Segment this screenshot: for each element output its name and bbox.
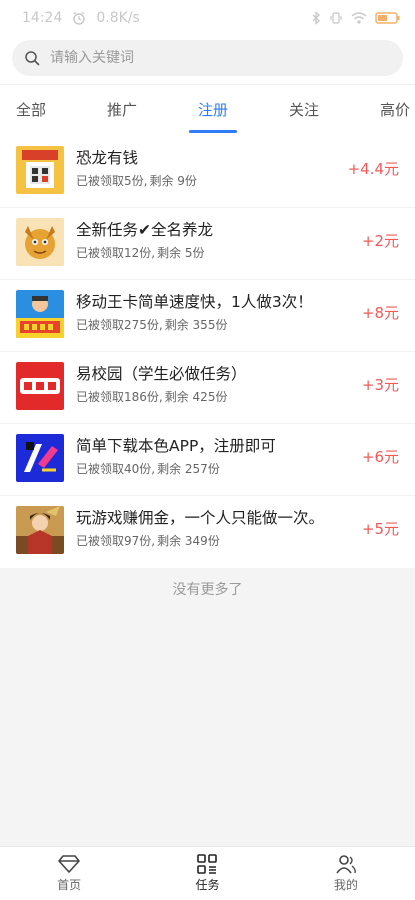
search-bar-container [0, 36, 415, 84]
task-stats: 已被领取12份, 剩余 5份 [76, 244, 205, 261]
task-reward: +8元 [361, 304, 399, 322]
task-claimed: 已被领取40份, [76, 462, 156, 476]
task-remaining: 剩余 5份 [157, 246, 205, 260]
task-title: 全新任务✔全名养龙 [76, 221, 213, 239]
task-list: 恐龙有钱 已被领取5份, 剩余 9份 +4.4元 全新任务✔全名养龙 已被领取12… [0, 136, 415, 568]
status-time: 14:24 [22, 10, 63, 26]
task-reward: +5元 [361, 520, 399, 538]
vibrate-icon [329, 11, 343, 25]
nav-tasks-label: 任务 [195, 878, 220, 892]
task-title: 玩游戏赚佣金，一个人只能做一次。 [76, 509, 325, 527]
task-remaining: 剩余 349份 [157, 534, 220, 548]
diamond-icon [58, 854, 80, 874]
bluetooth-icon [311, 11, 321, 25]
search-icon [24, 50, 40, 66]
task-claimed: 已被领取97份, [76, 534, 156, 548]
tab-high-price[interactable]: 高价 [380, 85, 410, 135]
category-tabs: 全部 推广 注册 关注 高价 [0, 84, 415, 136]
nav-tasks[interactable]: 任务 [138, 847, 276, 900]
task-item[interactable]: 全新任务✔全名养龙 已被领取12份, 剩余 5份 +2元 [0, 208, 415, 280]
task-title: 简单下载本色APP，注册即可 [76, 437, 276, 455]
bense-app-icon [16, 434, 64, 482]
task-stats: 已被领取40份, 剩余 257份 [76, 460, 220, 477]
task-remaining: 剩余 257份 [157, 462, 220, 476]
task-reward: +2元 [361, 232, 399, 250]
task-reward: +6元 [361, 448, 399, 466]
task-reward: +4.4元 [347, 160, 399, 178]
status-bar: 14:24 0.8K/s [0, 0, 415, 36]
status-network-speed: 0.8K/s [96, 10, 140, 26]
nav-mine-label: 我的 [333, 878, 358, 892]
task-claimed: 已被领取5份, [76, 174, 148, 188]
nav-home[interactable]: 首页 [0, 847, 138, 900]
user-icon [335, 854, 357, 874]
search-box[interactable] [12, 40, 403, 76]
active-tab-indicator [189, 130, 237, 133]
task-claimed: 已被领取186份, [76, 390, 163, 404]
alarm-icon [72, 11, 86, 25]
grid-icon [196, 854, 218, 874]
wifi-icon [351, 11, 367, 25]
task-remaining: 剩余 9份 [149, 174, 197, 188]
task-title: 易校园（学生必做任务） [76, 365, 247, 383]
nav-mine[interactable]: 我的 [277, 847, 415, 900]
task-item[interactable]: 移动王卡简单速度快，1人做3次！ 已被领取275份, 剩余 355份 +8元 [0, 280, 415, 352]
task-item[interactable]: 易校园（学生必做任务） 已被领取186份, 剩余 425份 +3元 [0, 352, 415, 424]
task-title: 恐龙有钱 [76, 149, 139, 167]
yi-xiao-yuan-icon [16, 362, 64, 410]
task-title: 移动王卡简单速度快，1人做3次！ [76, 293, 313, 311]
task-reward: +3元 [361, 376, 399, 394]
task-item[interactable]: 简单下载本色APP，注册即可 已被领取40份, 剩余 257份 +6元 [0, 424, 415, 496]
task-stats: 已被领取275份, 剩余 355份 [76, 316, 227, 333]
dragon-icon [16, 218, 64, 266]
tab-follow[interactable]: 关注 [289, 85, 319, 135]
status-bar-left: 14:24 0.8K/s [22, 10, 140, 26]
task-stats: 已被领取186份, 剩余 425份 [76, 388, 227, 405]
tab-register[interactable]: 注册 [198, 85, 228, 135]
nav-home-label: 首页 [57, 878, 82, 892]
task-item[interactable]: 恐龙有钱 已被领取5份, 剩余 9份 +4.4元 [0, 136, 415, 208]
no-more-text: 没有更多了 [172, 582, 243, 598]
task-stats: 已被领取97份, 剩余 349份 [76, 532, 220, 549]
tab-all[interactable]: 全部 [16, 85, 46, 135]
tab-promotion[interactable]: 推广 [107, 85, 137, 135]
dinosaur-money-icon [16, 146, 64, 194]
task-claimed: 已被领取275份, [76, 318, 163, 332]
task-remaining: 剩余 425份 [164, 390, 228, 404]
bottom-nav: 首页 任务 我的 [0, 846, 415, 900]
search-input[interactable] [48, 49, 372, 67]
task-item[interactable]: 玩游戏赚佣金，一个人只能做一次。 已被领取97份, 剩余 349份 +5元 [0, 496, 415, 568]
task-remaining: 剩余 355份 [164, 318, 228, 332]
task-claimed: 已被领取12份, [76, 246, 156, 260]
task-stats: 已被领取5份, 剩余 9份 [76, 172, 197, 189]
status-bar-right [311, 11, 401, 25]
battery-icon [375, 11, 401, 25]
game-character-icon [16, 506, 64, 554]
mobile-king-card-icon [16, 290, 64, 338]
